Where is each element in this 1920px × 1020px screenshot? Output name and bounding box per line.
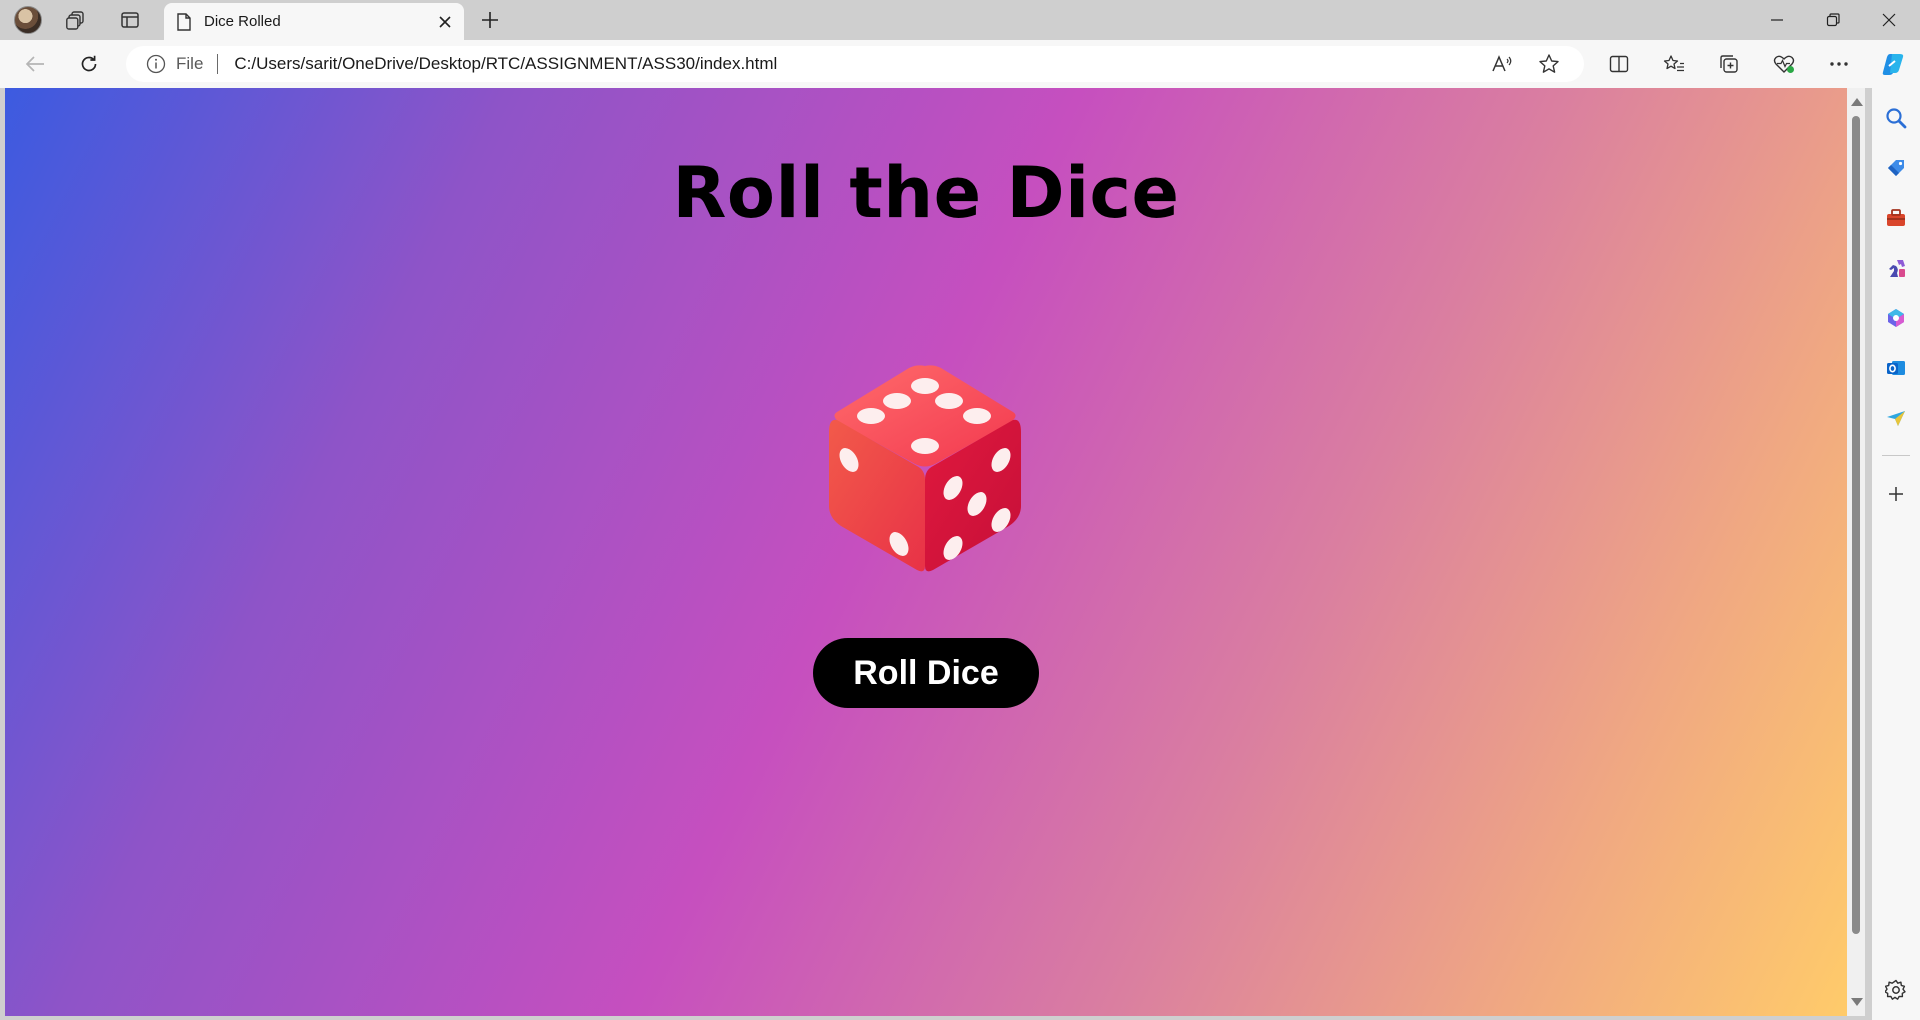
sidebar-divider — [1882, 455, 1910, 456]
title-bar: Dice Rolled — [0, 0, 1920, 40]
new-tab-button[interactable] — [474, 6, 506, 34]
more-options-icon — [1830, 62, 1848, 66]
back-arrow-icon — [25, 56, 44, 72]
page-title: Roll the Dice — [672, 152, 1180, 234]
read-aloud-button[interactable] — [1486, 48, 1518, 80]
sidebar-send-button[interactable] — [1880, 402, 1912, 434]
collections-icon — [1720, 55, 1738, 73]
roll-dice-button[interactable]: Roll Dice — [813, 638, 1039, 708]
refresh-icon — [81, 55, 97, 72]
address-separator — [217, 54, 219, 74]
outlook-icon — [1887, 361, 1905, 375]
tab-title: Dice Rolled — [204, 13, 281, 30]
copilot-icon — [1882, 54, 1904, 75]
sidebar-search-button[interactable] — [1880, 102, 1912, 134]
favorites-list-icon — [1663, 55, 1684, 72]
sidebar-shopping-button[interactable] — [1880, 152, 1912, 184]
back-button[interactable] — [18, 48, 52, 80]
page-icon — [177, 12, 191, 31]
edge-sidebar — [1872, 88, 1920, 1020]
add-icon — [1889, 487, 1903, 501]
tab-actions-icon — [121, 12, 139, 28]
more-menu-button[interactable] — [1822, 48, 1856, 80]
games-icon — [1889, 260, 1905, 277]
site-info-label: File — [176, 54, 204, 73]
star-icon — [1539, 54, 1559, 73]
profile-avatar-button[interactable] — [12, 6, 44, 34]
tools-icon — [1887, 209, 1905, 226]
plus-icon — [482, 12, 498, 28]
dice-icon — [829, 365, 1021, 572]
settings-icon — [1885, 979, 1906, 1000]
split-screen-button[interactable] — [1602, 48, 1636, 80]
send-icon — [1887, 411, 1905, 426]
site-info-button[interactable]: File — [146, 54, 203, 74]
split-screen-icon — [1609, 55, 1629, 73]
workspaces-button[interactable] — [60, 6, 92, 34]
heart-pulse-icon — [1773, 55, 1795, 73]
browser-essentials-button[interactable] — [1767, 48, 1801, 80]
vertical-tabs-button[interactable] — [114, 6, 146, 34]
address-bar[interactable]: File C:/Users/sarit/OneDrive/Desktop/RTC… — [126, 46, 1584, 82]
sidebar-settings-button[interactable] — [1880, 974, 1912, 1006]
sidebar-games-button[interactable] — [1880, 252, 1912, 284]
close-window-button[interactable] — [1862, 0, 1916, 40]
collections-button[interactable] — [1712, 48, 1746, 80]
url-text[interactable]: C:/Users/sarit/OneDrive/Desktop/RTC/ASSI… — [234, 54, 777, 74]
scrollbar-thumb[interactable] — [1852, 116, 1860, 934]
restore-button[interactable] — [1806, 0, 1860, 40]
active-tab[interactable]: Dice Rolled — [164, 3, 464, 40]
read-aloud-icon — [1492, 55, 1512, 72]
scroll-down-arrow-icon[interactable] — [1851, 998, 1863, 1006]
close-tab-icon[interactable] — [438, 15, 452, 29]
search-icon — [1886, 108, 1907, 129]
sidebar-outlook-button[interactable] — [1880, 352, 1912, 384]
refresh-button[interactable] — [72, 48, 106, 80]
minimize-icon — [1771, 19, 1783, 21]
navigation-toolbar: File C:/Users/sarit/OneDrive/Desktop/RTC… — [0, 40, 1920, 88]
copilot-button[interactable] — [1876, 48, 1910, 80]
sidebar-add-button[interactable] — [1880, 478, 1912, 510]
avatar — [14, 6, 42, 34]
sidebar-tools-button[interactable] — [1880, 202, 1912, 234]
microsoft-365-icon — [1888, 309, 1904, 327]
info-icon — [146, 54, 166, 74]
page-scrollbar[interactable] — [1847, 88, 1865, 1016]
scroll-up-arrow-icon[interactable] — [1851, 98, 1863, 106]
restore-icon — [1826, 13, 1840, 27]
minimize-button[interactable] — [1750, 0, 1804, 40]
sidebar-microsoft365-button[interactable] — [1880, 302, 1912, 334]
close-icon — [1882, 13, 1896, 27]
page-viewport: Roll the Dice Roll Dice — [5, 88, 1847, 1016]
shopping-tag-icon — [1888, 160, 1904, 176]
workspaces-icon — [66, 11, 84, 30]
dice-image — [825, 360, 1025, 576]
favorites-button[interactable] — [1657, 48, 1691, 80]
favorite-button[interactable] — [1533, 48, 1565, 80]
